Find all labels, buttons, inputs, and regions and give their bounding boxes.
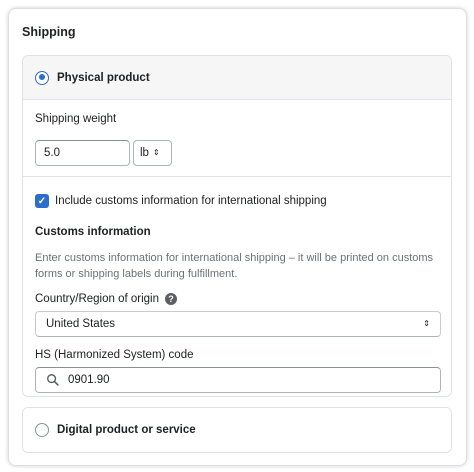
shipping-card: Shipping Physical product Shipping weigh…	[8, 8, 467, 466]
physical-product-option: Physical product Shipping weight 5.0 lb …	[22, 55, 452, 397]
shipping-weight-label: Shipping weight	[35, 113, 117, 125]
customs-checkbox-label[interactable]: Include customs information for internat…	[55, 195, 327, 207]
hs-code-value: 0901.90	[68, 374, 110, 386]
select-updown-icon: ⇕	[152, 148, 160, 157]
section-divider	[23, 176, 451, 177]
customs-checkbox[interactable]: ✓	[35, 194, 49, 208]
search-icon	[47, 374, 59, 386]
customs-heading: Customs information	[35, 226, 151, 238]
customs-help-text: Enter customs information for internatio…	[35, 252, 434, 280]
country-origin-label: Country/Region of origin	[35, 293, 160, 305]
select-updown-icon: ⇕	[423, 319, 430, 328]
country-origin-select[interactable]: United States ⇕	[35, 311, 441, 337]
question-circle-icon[interactable]: ?	[165, 293, 178, 305]
country-origin-label-row: Country/Region of origin ?	[35, 293, 178, 305]
weight-unit-select[interactable]: lb ⇕	[133, 140, 172, 166]
shipping-weight-input[interactable]: 5.0	[35, 140, 130, 166]
digital-product-label: Digital product or service	[57, 424, 196, 436]
physical-product-body: Shipping weight 5.0 lb ⇕ ✓ Include custo…	[23, 56, 451, 396]
digital-product-header[interactable]: Digital product or service	[23, 408, 451, 452]
hs-code-label: HS (Harmonized System) code	[35, 349, 194, 361]
hs-code-input[interactable]: 0901.90	[35, 367, 441, 393]
digital-product-radio[interactable]	[35, 423, 49, 437]
card-title: Shipping	[22, 25, 76, 39]
weight-unit-value: lb	[140, 147, 149, 159]
digital-product-option: Digital product or service	[22, 407, 452, 453]
country-origin-value: United States	[46, 318, 116, 330]
